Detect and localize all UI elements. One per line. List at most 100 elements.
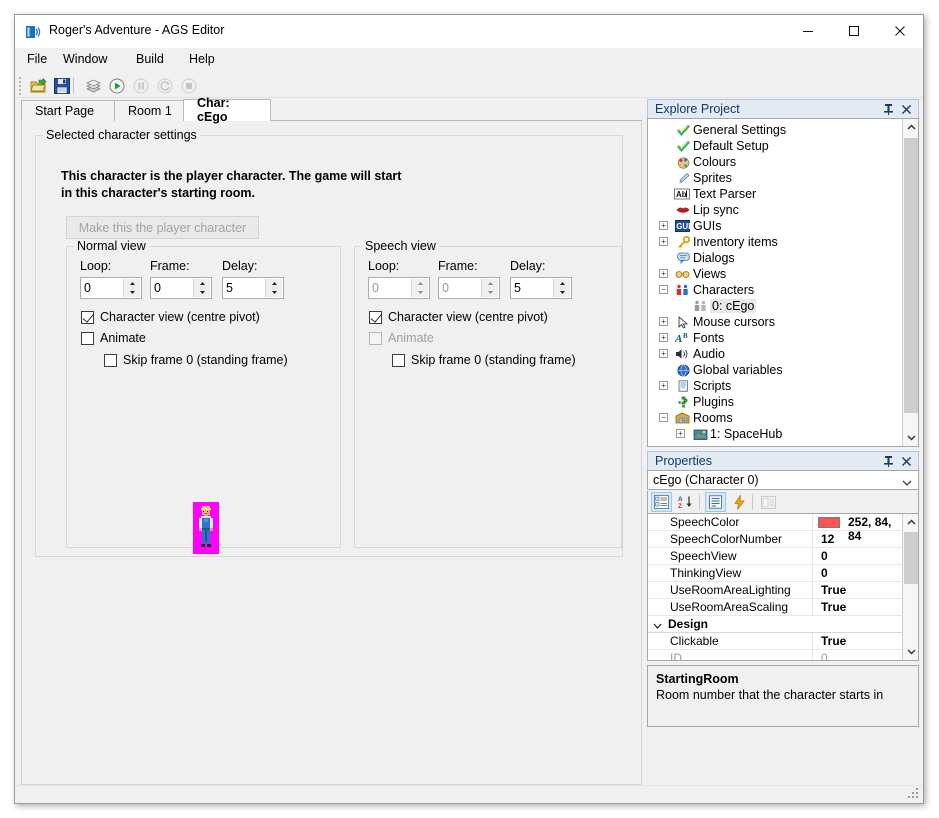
tree-vertical-scrollbar[interactable] [902, 119, 918, 446]
close-icon[interactable] [898, 101, 914, 117]
tree-node-audio[interactable]: + Audio [648, 346, 901, 362]
property-value[interactable]: True [821, 600, 846, 614]
menu-help[interactable]: Help [187, 52, 217, 69]
expand-plus-icon[interactable]: + [659, 221, 668, 230]
checkbox-box[interactable] [81, 331, 94, 345]
table-row[interactable]: ThinkingView 0 [648, 565, 902, 582]
tab-room-1[interactable]: Room 1 [114, 100, 186, 121]
menu-file[interactable]: File [25, 52, 49, 69]
tree-node-plugins[interactable]: Plugins [648, 394, 901, 410]
categorized-button[interactable] [651, 492, 672, 512]
properties-vertical-scrollbar[interactable] [902, 514, 918, 660]
toolbar-grip[interactable] [19, 77, 22, 95]
tree-node-colours[interactable]: Colours [648, 154, 901, 170]
stepper-up-icon[interactable] [554, 279, 570, 288]
property-object-selector[interactable]: cEgo (Character 0) [647, 470, 919, 490]
pin-icon[interactable] [880, 453, 896, 469]
stepper-down-icon[interactable] [554, 288, 570, 297]
speech-color-swatch[interactable] [818, 517, 840, 528]
make-this-the-player-character-button[interactable]: Make this the player character [66, 216, 259, 239]
property-value[interactable]: True [821, 583, 846, 597]
maximize-button[interactable] [831, 15, 877, 46]
expand-plus-icon[interactable]: + [659, 381, 668, 390]
scrollbar-thumb[interactable] [904, 532, 918, 584]
tree-node-global-variables[interactable]: Global variables [648, 362, 901, 378]
tab-char-cego[interactable]: Char: cEgo [183, 96, 271, 124]
property-value[interactable]: 0 [821, 549, 828, 563]
normal-delay-input[interactable] [223, 281, 265, 295]
build-icon[interactable] [82, 75, 104, 96]
normal-character-view-checkbox[interactable]: Character view (centre pivot) [81, 310, 260, 324]
tree-node-dialogs[interactable]: Dialogs [648, 250, 901, 266]
speech-character-view-checkbox[interactable]: Character view (centre pivot) [369, 310, 548, 324]
normal-frame-stepper[interactable] [150, 277, 212, 299]
stepper-buttons[interactable] [123, 279, 140, 297]
expand-plus-icon[interactable]: + [659, 349, 668, 358]
stepper-buttons[interactable] [193, 279, 210, 297]
chevron-up-icon[interactable] [903, 119, 918, 136]
collapse-minus-icon[interactable]: − [659, 285, 668, 294]
expand-plus-icon[interactable]: + [659, 237, 668, 246]
chevron-up-icon[interactable] [903, 514, 918, 531]
open-project-icon[interactable] [27, 75, 49, 96]
collapse-minus-icon[interactable]: − [659, 413, 668, 422]
speech-delay-input[interactable] [511, 281, 553, 295]
property-value[interactable]: 0 [821, 566, 828, 580]
save-icon[interactable] [51, 75, 73, 96]
chevron-down-icon[interactable] [903, 429, 918, 446]
checkbox-box[interactable] [392, 353, 405, 367]
close-window-button[interactable] [877, 15, 923, 46]
expand-plus-icon[interactable]: + [676, 429, 685, 438]
tab-start-page[interactable]: Start Page [21, 100, 117, 121]
property-category-row[interactable]: Design [648, 616, 902, 633]
normal-frame-input[interactable] [151, 281, 193, 295]
table-row[interactable]: SpeechView 0 [648, 548, 902, 565]
project-tree[interactable]: General Settings Default Setup Colours S… [647, 118, 919, 447]
tree-node-general-settings[interactable]: General Settings [648, 122, 901, 138]
menu-window[interactable]: Window [61, 52, 109, 69]
tree-node-mouse-cursors[interactable]: + Mouse cursors [648, 314, 901, 330]
table-row[interactable]: UseRoomAreaScaling True [648, 599, 902, 616]
checkbox-box[interactable] [369, 310, 382, 324]
pin-icon[interactable] [880, 101, 896, 117]
close-icon[interactable] [898, 453, 914, 469]
speech-skip-frame-checkbox[interactable]: Skip frame 0 (standing frame) [392, 353, 576, 367]
checkbox-box[interactable] [81, 310, 94, 324]
property-value[interactable]: True [821, 634, 846, 648]
menu-build[interactable]: Build [134, 52, 166, 69]
stepper-buttons[interactable] [553, 279, 570, 297]
tree-node-characters[interactable]: − Characters [648, 282, 901, 298]
tree-node-sprites[interactable]: Sprites [648, 170, 901, 186]
alphabetical-button[interactable]: AZ [675, 492, 696, 512]
property-value[interactable]: 12 [821, 532, 834, 546]
tree-node-lip-sync[interactable]: Lip sync [648, 202, 901, 218]
events-button[interactable] [729, 492, 750, 512]
table-row[interactable]: SpeechColorNumber 12 [648, 531, 902, 548]
tree-node-views[interactable]: + Views [648, 266, 901, 282]
table-row[interactable]: SpeechColor 252, 84, 84 [648, 514, 902, 543]
minimize-button[interactable] [785, 15, 831, 46]
resize-grip-icon[interactable] [908, 788, 920, 800]
expand-plus-icon[interactable]: + [659, 269, 668, 278]
normal-animate-checkbox[interactable]: Animate [81, 331, 146, 345]
checkbox-box[interactable] [104, 353, 117, 367]
tree-node-character-cego[interactable]: 0: cEgo [648, 298, 901, 314]
tree-node-rooms[interactable]: − Rooms [648, 410, 901, 426]
chevron-down-icon[interactable] [653, 619, 662, 633]
speech-delay-stepper[interactable] [510, 277, 572, 299]
stepper-down-icon[interactable] [266, 288, 282, 297]
stepper-down-icon[interactable] [194, 288, 210, 297]
tree-node-default-setup[interactable]: Default Setup [648, 138, 901, 154]
chevron-down-icon[interactable] [902, 476, 912, 490]
table-row[interactable]: Clickable True [648, 633, 902, 650]
tree-node-guis[interactable]: + GUI GUIs [648, 218, 901, 234]
stepper-down-icon[interactable] [124, 288, 140, 297]
expand-plus-icon[interactable]: + [659, 317, 668, 326]
property-pages-button[interactable] [705, 492, 726, 512]
normal-delay-stepper[interactable] [222, 277, 284, 299]
stepper-buttons[interactable] [265, 279, 282, 297]
expand-plus-icon[interactable]: + [659, 333, 668, 342]
normal-skip-frame-checkbox[interactable]: Skip frame 0 (standing frame) [104, 353, 288, 367]
normal-loop-input[interactable] [81, 281, 123, 295]
normal-loop-stepper[interactable] [80, 277, 142, 299]
